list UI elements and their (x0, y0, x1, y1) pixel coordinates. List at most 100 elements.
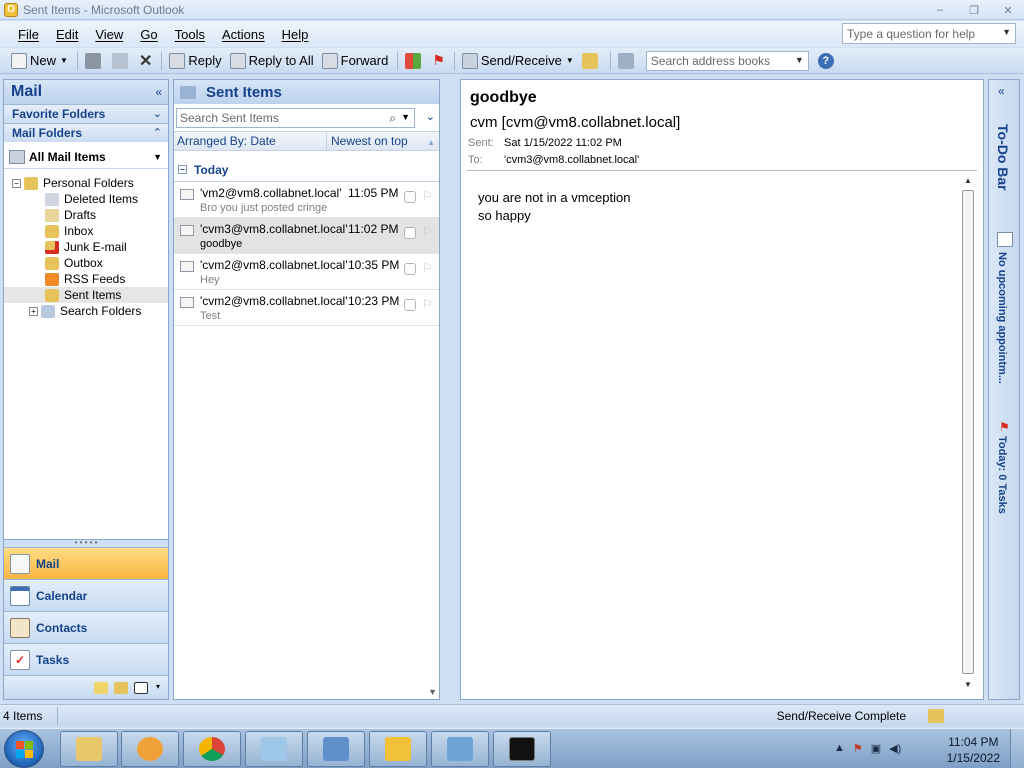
network-status-icon[interactable]: ▣ (871, 742, 881, 755)
flag-icon[interactable]: ⚐ (422, 225, 433, 239)
arranged-by-button[interactable]: Arranged By: Date (174, 132, 327, 150)
flag-icon[interactable]: ⚐ (422, 261, 433, 275)
taskbar-explorer[interactable] (60, 731, 118, 767)
print-button[interactable] (82, 50, 107, 72)
chevron-down-icon[interactable]: ▼ (1002, 27, 1011, 37)
expand-query-builder-icon[interactable]: ⌄ (426, 110, 435, 123)
send-receive-status[interactable]: Send/Receive Complete (777, 709, 906, 723)
upcoming-appointments-label[interactable]: No upcoming appointm... (996, 252, 1008, 384)
group-header-today[interactable]: − Today (174, 158, 439, 182)
menu-go[interactable]: Go (140, 27, 157, 42)
address-book-button[interactable] (615, 50, 640, 72)
mail-folders-header[interactable]: Mail Folders ⌃ (4, 123, 168, 142)
taskbar-network[interactable] (431, 731, 489, 767)
reading-pane-scrollbar[interactable]: ▲ ▼ (961, 176, 975, 692)
collapse-group-icon[interactable]: − (178, 165, 187, 174)
address-book-search-input[interactable]: Search address books ▼ (645, 50, 809, 71)
expand-toggle-icon[interactable]: + (29, 306, 38, 316)
scroll-down-icon[interactable]: ▼ (428, 687, 437, 697)
search-icon[interactable]: ⌕ (389, 111, 396, 126)
nav-button-mail[interactable]: Mail (4, 547, 168, 579)
menu-file[interactable]: File (18, 27, 39, 42)
menu-actions[interactable]: Actions (222, 27, 265, 42)
menu-help[interactable]: Help (282, 27, 309, 42)
taskbar-command-prompt[interactable] (493, 731, 551, 767)
chevron-down-icon[interactable]: ▼ (566, 56, 574, 65)
sort-direction-icon[interactable]: ▲ (427, 138, 435, 147)
reply-button[interactable]: Reply (166, 50, 224, 72)
collapse-chevron-icon[interactable]: « (155, 85, 162, 99)
scrollbar-thumb[interactable] (962, 190, 974, 674)
folder-deleted-items[interactable]: Deleted Items (4, 191, 168, 207)
instant-search-input[interactable]: Search Sent Items ⌕ ▼ (176, 108, 415, 128)
shortcuts-icon[interactable] (134, 681, 148, 694)
scroll-down-icon[interactable]: ▼ (961, 680, 975, 692)
nav-button-tasks[interactable]: ✓ Tasks (4, 643, 168, 675)
category-box-icon[interactable] (404, 299, 416, 311)
todo-bar-title[interactable]: To-Do Bar (995, 124, 1011, 191)
chevron-down-icon[interactable]: ▼ (795, 55, 804, 65)
find-contact-button[interactable] (579, 50, 604, 72)
categorize-button[interactable] (402, 50, 427, 72)
chevron-down-icon[interactable]: ▼ (401, 112, 410, 122)
message-row[interactable]: 'cvm2@vm8.collabnet.local' 10:35 PM Hey … (174, 254, 439, 290)
collapse-toggle-icon[interactable]: − (12, 178, 21, 188)
folder-drafts[interactable]: Drafts (4, 207, 168, 223)
category-box-icon[interactable] (404, 227, 416, 239)
taskbar-media-player[interactable] (121, 731, 179, 767)
delete-button[interactable]: ✕ (136, 50, 155, 72)
help-button[interactable]: ? (815, 50, 837, 72)
restore-button[interactable]: ❐ (966, 4, 982, 17)
nav-button-contacts[interactable]: Contacts (4, 611, 168, 643)
volume-icon[interactable]: ◀) (889, 742, 901, 755)
category-box-icon[interactable] (404, 191, 416, 203)
folder-personal-folders[interactable]: − Personal Folders (4, 175, 168, 191)
new-button[interactable]: New ▼ (8, 50, 71, 72)
folder-outbox[interactable]: Outbox (4, 255, 168, 271)
to-value[interactable]: 'cvm3@vm8.collabnet.local' (504, 154, 639, 166)
category-box-icon[interactable] (404, 263, 416, 275)
start-button[interactable] (4, 730, 44, 768)
notes-icon[interactable] (94, 681, 108, 694)
taskbar-control-panel[interactable] (307, 731, 365, 767)
show-desktop-button[interactable] (1010, 729, 1024, 768)
menu-edit[interactable]: Edit (56, 27, 78, 42)
folder-sent-items[interactable]: Sent Items (4, 287, 168, 303)
menu-tools[interactable]: Tools (175, 27, 205, 42)
folder-junk-email[interactable]: Junk E-mail (4, 239, 168, 255)
show-hidden-icons-icon[interactable]: ▲ (834, 742, 845, 755)
chevron-down-icon[interactable]: ▼ (153, 152, 162, 162)
flag-icon[interactable]: ⚐ (422, 297, 433, 311)
message-row[interactable]: 'vm2@vm8.collabnet.local' 11:05 PM Bro y… (174, 182, 439, 218)
minimize-button[interactable]: – (932, 4, 948, 16)
scroll-up-icon[interactable]: ▲ (961, 176, 975, 188)
today-tasks-label[interactable]: Today: 0 Tasks (996, 436, 1008, 514)
system-clock[interactable]: 11:04 PM 1/15/2022 (947, 734, 1000, 766)
nav-pane-resize-grip[interactable]: • • • • • (4, 539, 168, 547)
help-search-input[interactable]: Type a question for help ▼ (842, 23, 1016, 44)
folder-list-icon[interactable] (114, 681, 128, 694)
folder-search-folders[interactable]: + Search Folders (4, 303, 168, 319)
taskbar-notepad[interactable] (245, 731, 303, 767)
nav-button-calendar[interactable]: Calendar (4, 579, 168, 611)
favorite-folders-header[interactable]: Favorite Folders ⌄ (4, 104, 168, 123)
collapse-chevron-icon[interactable]: ⌃ (153, 126, 162, 139)
move-to-folder-button[interactable] (109, 50, 134, 72)
folder-rss-feeds[interactable]: RSS Feeds (4, 271, 168, 287)
close-button[interactable]: ✕ (1000, 4, 1016, 17)
configure-buttons-icon[interactable]: ▾ (154, 682, 162, 694)
message-row[interactable]: 'cvm2@vm8.collabnet.local' 10:23 PM Test… (174, 290, 439, 326)
reply-all-button[interactable]: Reply to All (227, 50, 317, 72)
send-receive-button[interactable]: Send/Receive ▼ (459, 50, 577, 72)
expand-chevron-icon[interactable]: ⌄ (153, 107, 162, 120)
follow-up-button[interactable]: ⚑ (429, 50, 448, 72)
menu-view[interactable]: View (95, 27, 123, 42)
forward-button[interactable]: Forward (319, 50, 392, 72)
taskbar-chrome[interactable] (183, 731, 241, 767)
all-mail-items-dropdown[interactable]: All Mail Items ▼ (4, 145, 168, 169)
chevron-down-icon[interactable]: ▼ (60, 56, 68, 65)
sort-order-button[interactable]: Newest on top (327, 134, 408, 148)
flag-icon[interactable]: ⚐ (422, 189, 433, 203)
taskbar-outlook[interactable] (369, 731, 427, 767)
folder-inbox[interactable]: Inbox (4, 223, 168, 239)
